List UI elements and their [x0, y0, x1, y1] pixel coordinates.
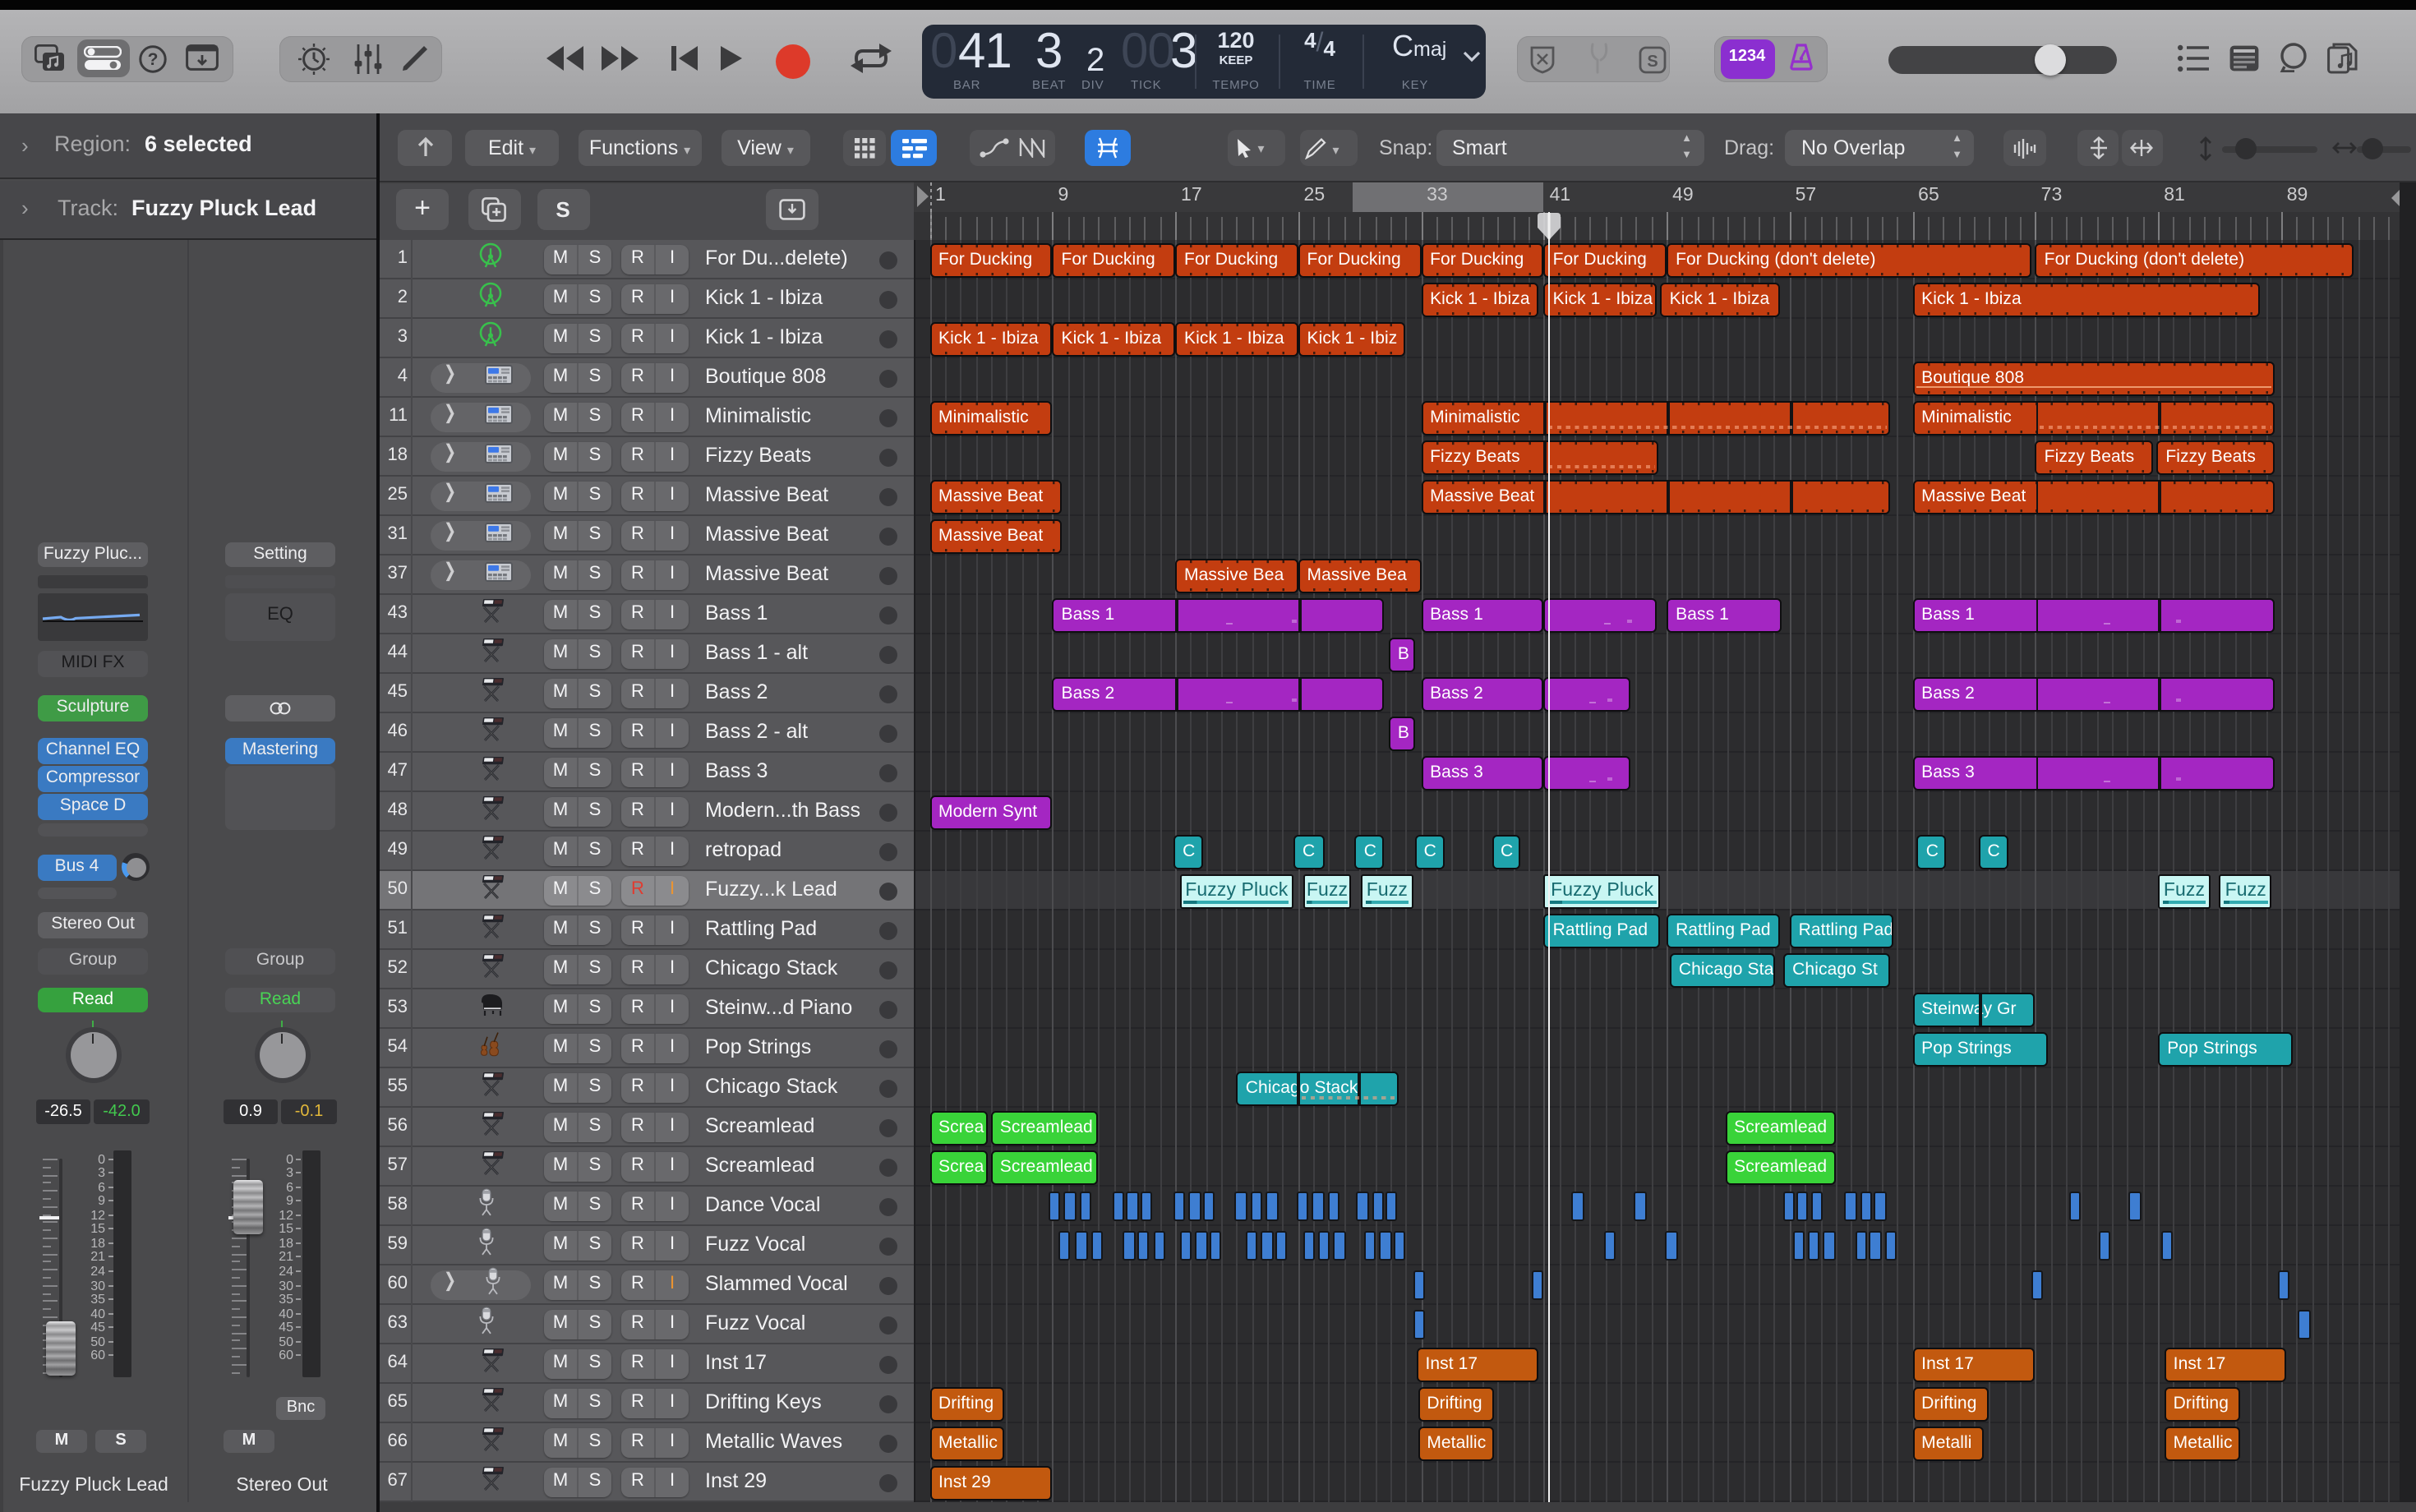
svg-text:S: S: [1647, 52, 1658, 70]
svg-text:?: ?: [148, 49, 159, 68]
